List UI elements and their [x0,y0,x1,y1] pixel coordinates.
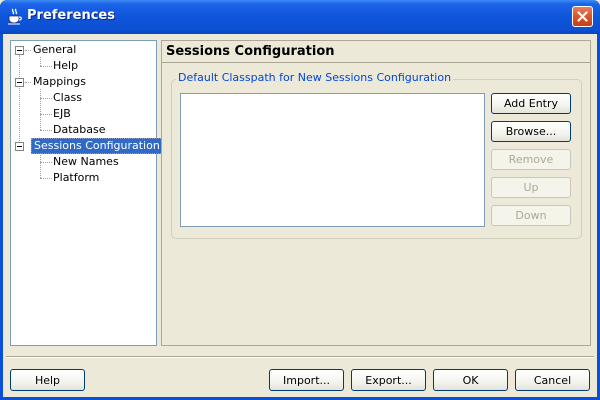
preferences-tree[interactable]: General Help Mappings Class EJB Database… [10,40,163,346]
dialog-body: General Help Mappings Class EJB Database… [3,34,597,397]
up-button[interactable]: Up [491,177,571,198]
export-button[interactable]: Export... [351,369,426,391]
title-bar[interactable]: Preferences [0,0,600,34]
tree-item-mappings[interactable]: Mappings [31,74,88,90]
classpath-list[interactable] [180,93,485,227]
close-button[interactable] [572,6,593,27]
settings-panel: Sessions Configuration Default Classpath… [161,40,591,346]
tree-connector [40,153,41,178]
import-button[interactable]: Import... [269,369,344,391]
tree-item-class[interactable]: Class [51,90,84,106]
tree-item-database[interactable]: Database [51,122,108,138]
help-button[interactable]: Help [10,369,85,391]
tree-connector [19,55,20,151]
tree-expander-sessions[interactable] [15,142,24,151]
java-cup-icon [7,8,22,25]
tree-connector [40,57,41,66]
close-icon [577,11,588,22]
down-button[interactable]: Down [491,205,571,226]
remove-button[interactable]: Remove [491,149,571,170]
browse-button[interactable]: Browse... [491,121,571,142]
tree-item-platform[interactable]: Platform [51,170,101,186]
preferences-window: Preferences General Help Mappings Class … [0,0,600,400]
footer-separator [6,356,594,358]
tree-item-ejb[interactable]: EJB [51,106,73,122]
tree-item-general[interactable]: General [31,42,78,58]
tree-item-help[interactable]: Help [51,58,80,74]
cancel-button[interactable]: Cancel [515,369,590,391]
tree-expander-general[interactable] [15,46,24,55]
ok-button[interactable]: OK [433,369,508,391]
tree-connector [40,89,41,130]
window-title: Preferences [27,8,115,23]
tree-item-sessions-configuration[interactable]: Sessions Configuration [31,138,163,154]
add-entry-button[interactable]: Add Entry [491,93,571,114]
classpath-group-title: Default Classpath for New Sessions Confi… [176,71,454,85]
tree-item-new-names[interactable]: New Names [51,154,121,170]
panel-title: Sessions Configuration [162,41,590,63]
tree-expander-mappings[interactable] [15,78,24,87]
